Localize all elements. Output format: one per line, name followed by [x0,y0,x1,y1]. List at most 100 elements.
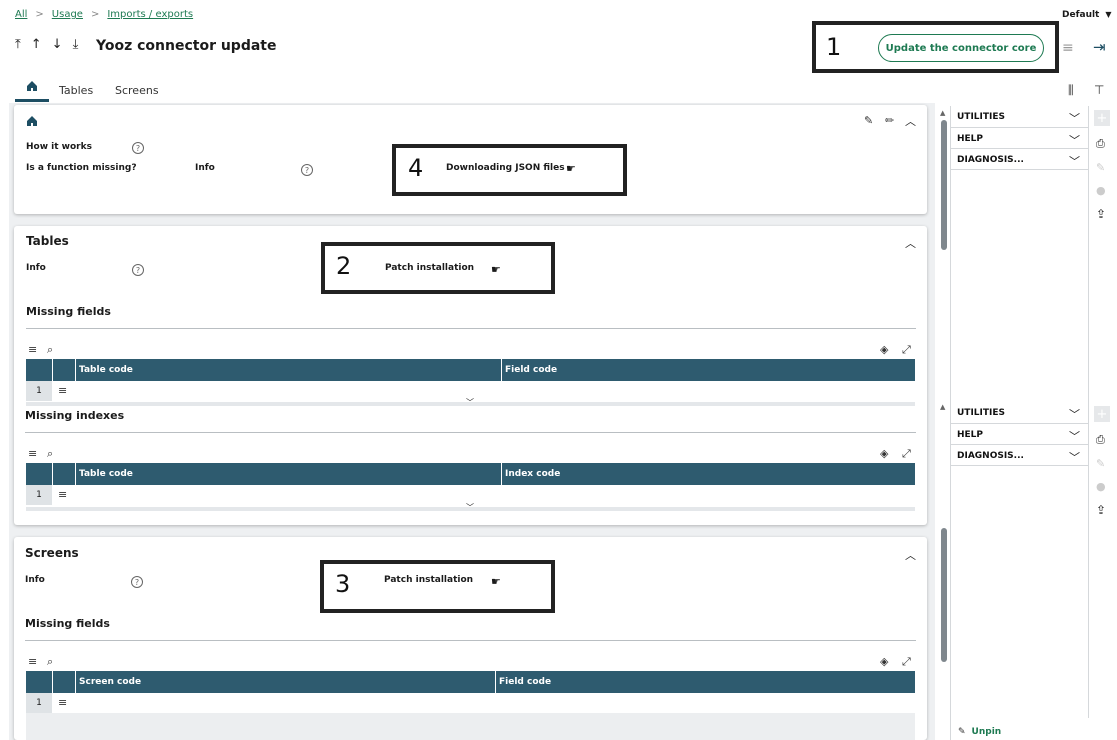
run-icon[interactable]: ☛ [566,162,576,175]
tab-active-indicator [15,99,49,102]
last-record-icon[interactable]: ⤓ [73,37,79,52]
logout-icon[interactable]: ⇥ [1093,38,1106,56]
sidebar-item-diagnosis[interactable]: DIAGNOSIS... ﹀ [951,445,1088,465]
expand-icon[interactable]: ⤢ [902,343,911,357]
callout-number: 2 [336,252,352,280]
grid-column-divider [75,671,76,693]
divider [26,328,916,329]
column-header-table-code[interactable]: Table code [79,469,133,479]
sidebar-item-help[interactable]: HELP ﹀ [951,128,1088,148]
help-icon[interactable]: ? [131,576,143,588]
plus-icon[interactable]: + [1094,110,1110,126]
callout-number: 4 [408,154,424,182]
menu-icon[interactable]: ≡ [1062,40,1074,56]
first-record-icon[interactable]: ⤒ [15,37,21,52]
subsection-title: Missing indexes [25,409,125,422]
divider [951,169,1088,170]
row-menu-icon[interactable]: ≡ [58,696,67,709]
comment-icon[interactable]: ● [1096,480,1106,493]
breadcrumb: All > Usage > Imports / exports [15,9,193,20]
row-menu-icon[interactable]: ≡ [58,384,67,397]
search-icon[interactable]: ⌕ [47,447,53,461]
sidebar-item-label: UTILITIES [957,408,1005,418]
previous-record-icon[interactable]: ↑ [31,37,42,52]
column-layout-icon[interactable]: ⫼ [1068,83,1074,98]
help-icon[interactable]: ? [132,142,144,154]
tab-tables[interactable]: Tables [59,84,93,97]
column-header-index-code[interactable]: Index code [505,469,560,479]
grid-column-divider [495,671,496,693]
help-icon[interactable]: ? [132,264,144,276]
callout-3 [320,560,555,613]
layers-icon[interactable]: ◈ [880,655,888,668]
home-icon [27,81,37,91]
comment-icon[interactable]: ● [1096,184,1106,197]
update-connector-core-button[interactable]: Update the connector core [878,34,1044,62]
hamburger-icon[interactable]: ≡ [28,655,37,668]
layers-icon[interactable]: ◈ [880,447,888,460]
row-menu-icon[interactable]: ≡ [58,488,67,501]
help-icon[interactable]: ? [301,164,313,176]
downloading-json-button[interactable]: Downloading JSON files [446,163,565,173]
expand-icon[interactable]: ⤢ [902,447,911,461]
right-panel-top: UTILITIES ﹀ HELP ﹀ DIAGNOSIS... ﹀ [951,106,1088,170]
search-icon[interactable]: ⌕ [47,343,53,357]
scrollbar-thumb[interactable] [941,528,947,662]
section-title: Screens [25,546,79,560]
patch-installation-button[interactable]: Patch installation [385,263,474,273]
column-header-field-code[interactable]: Field code [499,677,551,687]
run-icon[interactable]: ☛ [491,263,501,276]
chevron-up-icon[interactable]: ︿ [905,547,916,563]
sidebar-item-utilities[interactable]: UTILITIES ﹀ [951,402,1088,423]
attachment-icon[interactable]: ✎ [1096,161,1105,174]
chevron-down-icon[interactable]: ﹀ [466,397,474,408]
expand-icon[interactable]: ⤢ [902,655,911,669]
next-record-icon[interactable]: ↓ [52,37,63,52]
page-title: Yooz connector update [96,38,277,54]
layers-icon[interactable]: ◈ [880,343,888,356]
chevron-down-icon: ﹀ [1069,155,1080,168]
search-icon[interactable]: ⌕ [47,655,53,669]
sidebar-item-diagnosis[interactable]: DIAGNOSIS... ﹀ [951,149,1088,169]
run-icon[interactable]: ☛ [491,575,501,588]
breadcrumb-imports-exports[interactable]: Imports / exports [107,9,193,20]
edit-icon[interactable]: ✏ [885,114,894,127]
chevron-up-icon[interactable]: ︿ [905,113,916,129]
sidebar-item-help[interactable]: HELP ﹀ [951,424,1088,444]
pin-icon[interactable]: ✎ [864,114,873,127]
tab-screens[interactable]: Screens [115,84,159,97]
hamburger-icon[interactable]: ≡ [28,447,37,460]
text-format-icon[interactable]: ⊤ [1094,83,1104,97]
print-icon[interactable]: ⎙ [1096,433,1105,447]
plus-icon[interactable]: + [1094,406,1110,422]
record-navigation: ⤒ ↑ ↓ ⤓ [15,37,78,52]
sidebar-item-label: DIAGNOSIS... [957,451,1024,461]
info-label: Info [195,163,215,173]
right-panel-bottom: UTILITIES ﹀ HELP ﹀ DIAGNOSIS... ﹀ [951,402,1088,466]
scroll-up-icon[interactable]: ▲ [940,403,945,411]
breadcrumb-usage[interactable]: Usage [52,9,83,20]
sidebar-item-label: DIAGNOSIS... [957,155,1024,165]
chevron-up-icon[interactable]: ︿ [905,235,916,251]
share-icon[interactable]: ⇪ [1096,503,1106,517]
column-header-screen-code[interactable]: Screen code [79,677,141,687]
sidebar-item-label: HELP [957,134,984,144]
how-it-works-label: How it works [26,142,92,152]
attachment-icon[interactable]: ✎ [1096,457,1105,470]
patch-installation-button[interactable]: Patch installation [384,575,473,585]
default-selector[interactable]: Default ▼ [1062,10,1112,20]
chevron-down-icon[interactable]: ﹀ [466,502,474,513]
column-header-field-code[interactable]: Field code [505,365,557,375]
grid-header: Table code Index code [26,463,915,485]
scroll-up-icon[interactable]: ▲ [940,109,945,117]
unpin-button[interactable]: ✎ Unpin [958,727,1001,737]
column-header-table-code[interactable]: Table code [79,365,133,375]
section-title: Tables [26,234,69,248]
sidebar-item-utilities[interactable]: UTILITIES ﹀ [951,106,1088,127]
hamburger-icon[interactable]: ≡ [28,343,37,356]
print-icon[interactable]: ⎙ [1096,137,1105,151]
share-icon[interactable]: ⇪ [1096,207,1106,221]
sidebar-item-label: UTILITIES [957,112,1005,122]
breadcrumb-all[interactable]: All [15,9,27,20]
scrollbar-thumb[interactable] [941,120,947,250]
